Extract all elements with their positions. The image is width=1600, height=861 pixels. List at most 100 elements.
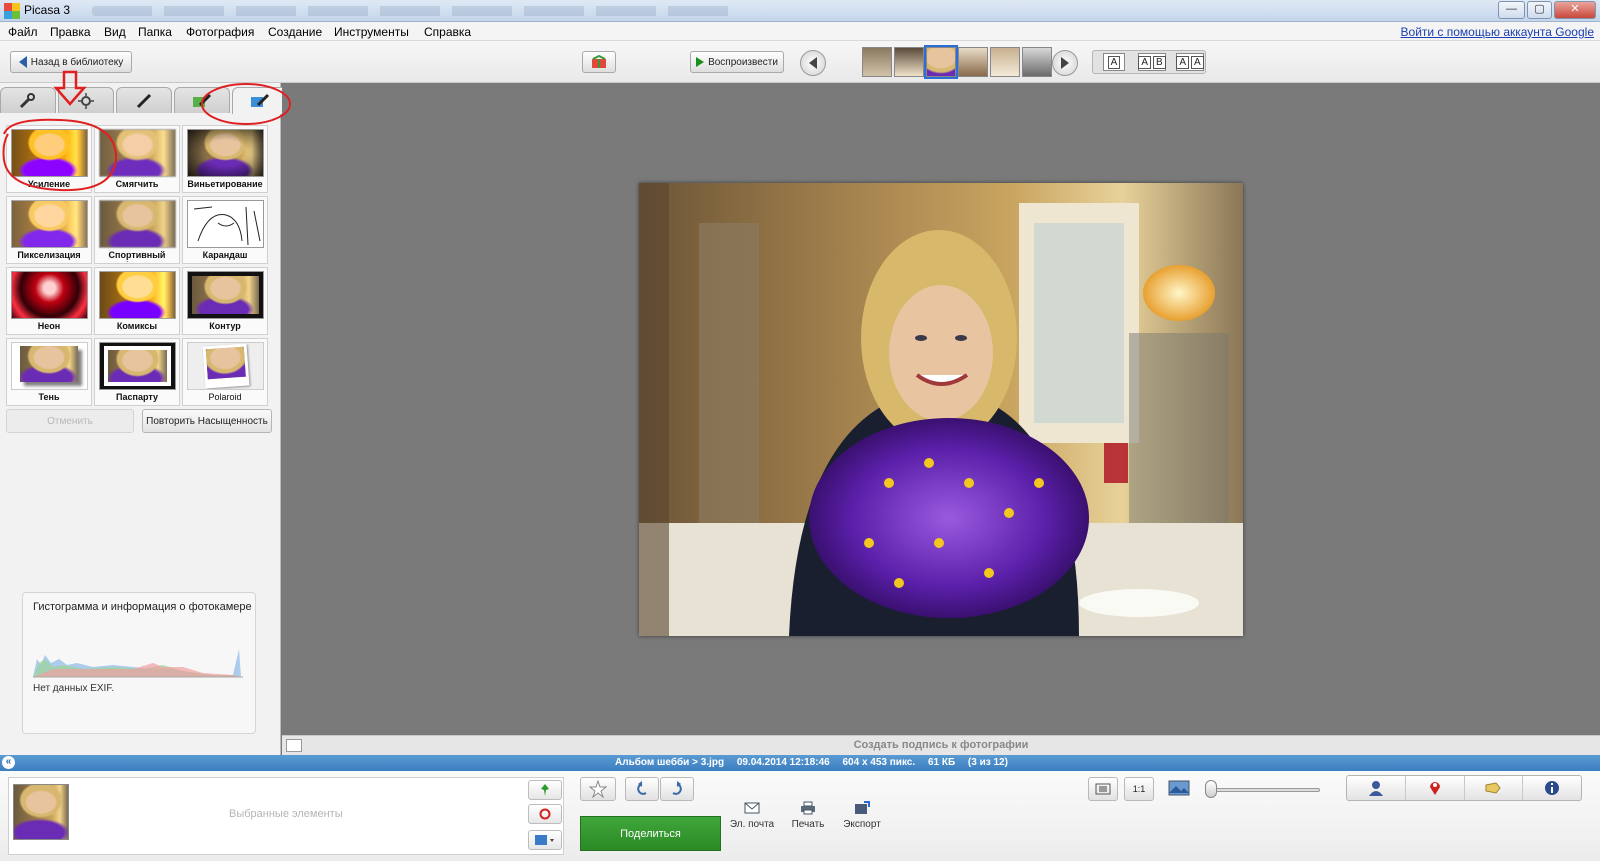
strip-thumb[interactable] — [862, 47, 892, 77]
menu-folder[interactable]: Папка — [138, 25, 172, 39]
effect-outline[interactable]: Контур — [182, 267, 268, 335]
zoom-slider-track[interactable] — [1205, 788, 1320, 792]
gift-button[interactable] — [582, 51, 616, 73]
tags-button[interactable] — [1465, 776, 1524, 800]
caption-mode-a: A — [1107, 55, 1121, 69]
pencil-sketch-icon — [193, 206, 261, 246]
effect-polaroid[interactable]: Polaroid — [182, 338, 268, 406]
back-to-library-button[interactable]: Назад в библиотеку — [10, 51, 132, 73]
places-button[interactable] — [1406, 776, 1465, 800]
people-button[interactable] — [1347, 776, 1406, 800]
effect-passe-partout[interactable]: Паспарту — [94, 338, 180, 406]
effect-neon[interactable]: Неон — [6, 267, 92, 335]
tab-tuning[interactable] — [58, 87, 114, 113]
tab-basic-fixes[interactable] — [0, 87, 56, 113]
caption-input[interactable]: Создать подпись к фотографии — [282, 739, 1600, 751]
effect-thumb — [99, 200, 176, 248]
caption-mode-a: A — [1191, 55, 1204, 69]
star-icon — [589, 780, 607, 798]
tab-effects-3[interactable] — [232, 87, 288, 114]
share-button[interactable]: Поделиться — [580, 816, 721, 851]
menu-help[interactable]: Справка — [424, 25, 471, 39]
effect-label: Паспарту — [116, 392, 158, 402]
email-button[interactable]: Эл. почта — [724, 801, 780, 830]
histogram-panel: Гистограмма и информация о фотокамере Не… — [22, 592, 256, 734]
status-size: 61 КБ — [927, 757, 956, 768]
strip-thumb[interactable] — [958, 47, 988, 77]
main-photo[interactable] — [639, 183, 1243, 636]
clear-button[interactable] — [528, 804, 562, 824]
effect-vignette[interactable]: Виньетирование — [182, 125, 268, 193]
google-signin-link[interactable]: Войти с помощью аккаунта Google — [1401, 25, 1594, 39]
effect-pencil[interactable]: Карандаш — [182, 196, 268, 264]
redo-saturation-button[interactable]: Повторить Насыщенность — [142, 409, 272, 433]
menu-photo[interactable]: Фотография — [186, 25, 254, 39]
arrow-left-icon — [18, 56, 27, 68]
caption-mode-single[interactable]: A — [1103, 53, 1125, 71]
undo-button[interactable]: Отменить — [6, 409, 134, 433]
export-button[interactable]: Экспорт — [834, 801, 890, 830]
caption-mode-a: A — [1138, 55, 1151, 69]
menu-file[interactable]: Файл — [8, 25, 38, 39]
effect-label: Комиксы — [116, 321, 158, 331]
effect-thumb — [99, 271, 176, 319]
properties-button[interactable] — [1523, 776, 1581, 800]
minimize-button[interactable]: — — [1498, 1, 1525, 19]
fit-view-button[interactable] — [1088, 777, 1118, 801]
caption-mode-b: B — [1153, 55, 1166, 69]
album-dropdown-button[interactable] — [528, 830, 562, 850]
effect-shadow[interactable]: Тень — [6, 338, 92, 406]
rotate-right-button[interactable] — [660, 777, 694, 801]
strip-thumb-selected[interactable] — [924, 45, 958, 79]
strip-thumb[interactable] — [1022, 47, 1052, 77]
rotate-right-icon — [672, 781, 682, 795]
play-slideshow-button[interactable]: Воспроизвести — [690, 51, 784, 73]
effect-thumb — [187, 271, 264, 319]
tab-effects-2[interactable] — [174, 87, 230, 113]
selected-items-box: Выбранные элементы — [8, 777, 564, 855]
zoom-slider-knob[interactable] — [1204, 780, 1217, 798]
tab-effects-1[interactable] — [116, 87, 172, 113]
effect-pixelate[interactable]: Пикселизация — [6, 196, 92, 264]
effect-comics[interactable]: Комиксы — [94, 267, 180, 335]
close-button[interactable]: ✕ — [1554, 1, 1596, 19]
info-panel-group — [1346, 775, 1582, 801]
pin-icon — [541, 784, 549, 796]
status-dimensions: 604 x 453 пикс. — [842, 757, 916, 768]
export-label: Экспорт — [843, 819, 881, 830]
menu-view[interactable]: Вид — [104, 25, 126, 39]
effect-soften[interactable]: Смягчить — [94, 125, 180, 193]
zoom-photo-icon — [1168, 779, 1190, 800]
histogram-title: Гистограмма и информация о фотокамере — [33, 601, 252, 613]
status-datetime: 09.04.2014 12:18:46 — [736, 757, 830, 768]
maximize-button[interactable]: ▢ — [1527, 1, 1552, 19]
menu-bar: Файл Правка Вид Папка Фотография Создани… — [0, 22, 1600, 41]
caption-mode-aa[interactable]: AA — [1176, 53, 1204, 71]
next-photo-button[interactable] — [1052, 50, 1078, 76]
effect-sport-focus[interactable]: Спортивный фокус — [94, 196, 180, 264]
star-button[interactable] — [580, 777, 616, 801]
strip-thumb[interactable] — [894, 47, 924, 77]
email-icon — [744, 802, 760, 814]
effect-enhance[interactable]: Усиление — [6, 125, 92, 193]
effect-thumb — [99, 129, 176, 177]
rotate-left-icon — [637, 781, 647, 795]
menu-edit[interactable]: Правка — [50, 25, 91, 39]
menu-create[interactable]: Создание — [268, 25, 322, 39]
picasa-logo-icon — [4, 3, 20, 19]
actual-size-button[interactable]: 1:1 — [1124, 777, 1154, 801]
print-button[interactable]: Печать — [780, 801, 836, 830]
hold-button[interactable] — [528, 780, 562, 800]
tray-thumb[interactable] — [13, 784, 69, 840]
rotate-left-button[interactable] — [625, 777, 659, 801]
effect-label: Пикселизация — [17, 250, 81, 260]
collapse-tray-icon[interactable]: « — [2, 756, 15, 769]
caption-mode-ab[interactable]: AB — [1138, 53, 1166, 71]
title-bar: Picasa 3 — ▢ ✕ — [0, 0, 1600, 22]
histogram-chart — [33, 649, 243, 678]
previous-photo-button[interactable] — [800, 50, 826, 76]
strip-thumb[interactable] — [990, 47, 1020, 77]
menu-tools[interactable]: Инструменты — [334, 25, 409, 39]
arrow-right-icon — [1061, 57, 1069, 69]
arrow-left-icon — [809, 57, 817, 69]
